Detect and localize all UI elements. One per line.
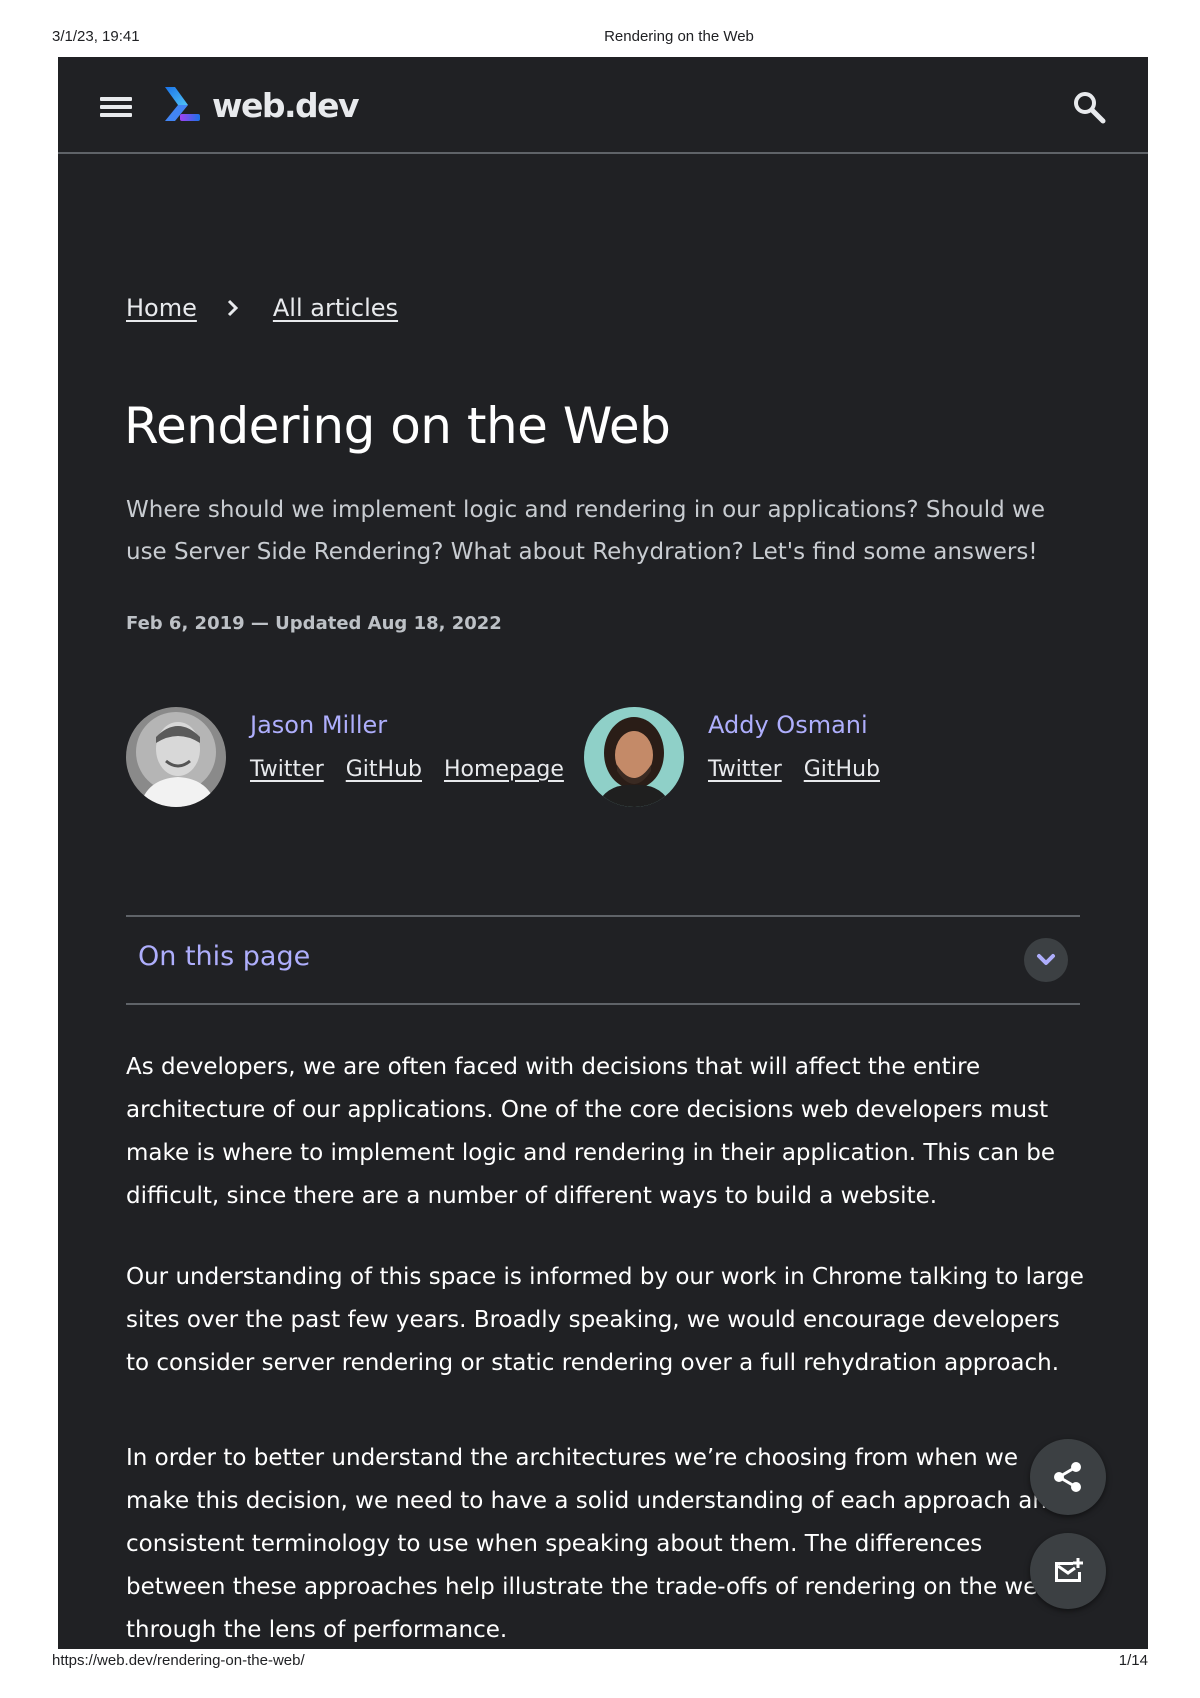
on-this-page-toc[interactable]: On this page — [126, 915, 1080, 1005]
paragraph-text: In order to better understand the archit… — [126, 1445, 1062, 1643]
print-doc-title: Rendering on the Web — [604, 28, 754, 45]
article-paragraph-2: Our understanding of this space is infor… — [126, 1256, 1086, 1385]
paragraph-text: Our understanding of this space is infor… — [126, 1264, 1084, 1376]
print-header: 3/1/23, 19:41 Rendering on the Web — [0, 28, 1200, 48]
menu-icon[interactable] — [100, 97, 132, 119]
print-url: https://web.dev/rendering-on-the-web/ — [52, 1652, 305, 1669]
chevron-down-icon — [1037, 954, 1055, 965]
subscribe-button[interactable] — [1030, 1533, 1106, 1609]
page-subtitle: Where should we implement logic and rend… — [126, 497, 1045, 565]
article-paragraph-3: In order to better understand the archit… — [126, 1437, 1086, 1649]
print-footer: https://web.dev/rendering-on-the-web/ 1/… — [0, 1652, 1200, 1672]
breadcrumb-home-link[interactable]: Home — [126, 294, 197, 322]
search-icon[interactable] — [1072, 90, 1106, 124]
breadcrumb: Home All articles — [126, 294, 398, 322]
author-twitter-link[interactable]: Twitter — [708, 757, 782, 782]
author-name[interactable]: Jason Miller — [250, 711, 387, 739]
avatar[interactable] — [584, 707, 684, 807]
toc-label: On this page — [138, 941, 311, 972]
publish-dateline: Feb 6, 2019 — Updated Aug 18, 2022 — [126, 613, 502, 634]
article-paragraph-1: As developers, we are often faced with d… — [126, 1046, 1086, 1218]
author-name[interactable]: Addy Osmani — [708, 711, 868, 739]
paragraph-text: As developers, we are often faced with d… — [126, 1054, 1056, 1209]
author-links: Twitter GitHub — [708, 757, 880, 782]
page-frame: web.dev Home All articles Rendering on t… — [58, 57, 1148, 1649]
logo-text: web.dev — [212, 85, 360, 125]
author-github-link[interactable]: GitHub — [804, 757, 880, 782]
print-page-number: 1/14 — [1118, 1652, 1148, 1669]
author-photo-addy-osmani — [584, 707, 684, 807]
toc-expand-button[interactable] — [1024, 938, 1068, 982]
author-twitter-link[interactable]: Twitter — [250, 757, 324, 782]
webdev-logo-icon — [165, 87, 200, 121]
chevron-right-icon — [227, 299, 238, 317]
share-button[interactable] — [1030, 1439, 1106, 1515]
breadcrumb-all-articles-link[interactable]: All articles — [273, 294, 398, 322]
author-photo-jason-miller — [126, 707, 226, 807]
author-github-link[interactable]: GitHub — [346, 757, 422, 782]
avatar[interactable] — [126, 707, 226, 807]
author-links: Twitter GitHub Homepage — [250, 757, 564, 782]
author-homepage-link[interactable]: Homepage — [444, 757, 564, 782]
subscribe-mail-icon — [1055, 1558, 1083, 1582]
share-icon — [1054, 1462, 1081, 1492]
top-app-bar: web.dev — [58, 57, 1148, 154]
site-logo[interactable]: web.dev — [162, 85, 360, 125]
page-title: Rendering on the Web — [124, 397, 671, 455]
